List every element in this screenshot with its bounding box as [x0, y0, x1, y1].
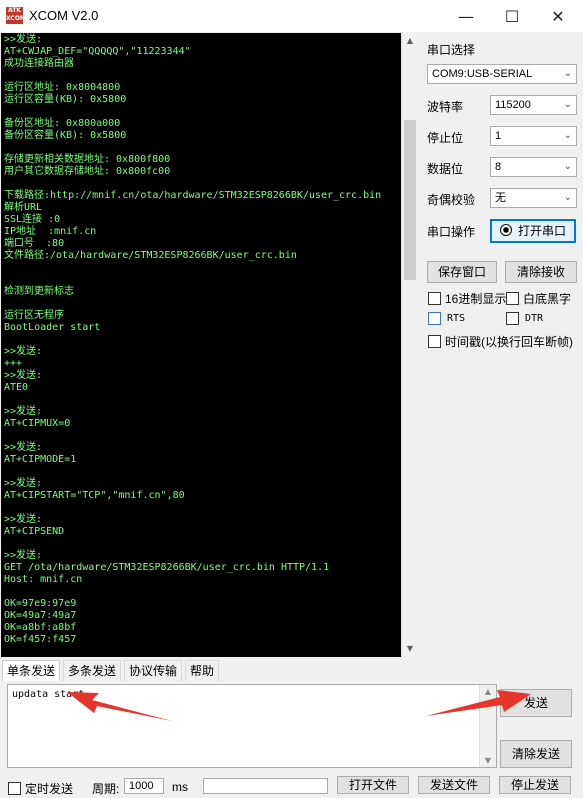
open-port-label: 打开串口	[517, 224, 566, 238]
parity-select[interactable]: 无 ⌄	[490, 188, 577, 208]
send-scrollbar[interactable]: ▲ ▼	[479, 685, 496, 767]
chevron-down-icon: ⌄	[563, 192, 572, 203]
checkbox-box	[428, 312, 441, 325]
parity-label: 奇偶校验	[427, 193, 476, 207]
dtr-label: DTR	[525, 313, 544, 324]
maximize-button[interactable]: ☐	[489, 0, 535, 32]
send-input-text: updata start	[12, 689, 85, 700]
scroll-up-icon[interactable]: ▲	[402, 33, 418, 49]
period-unit: ms	[172, 780, 188, 794]
title-bar: ATK XCOM XCOM V2.0 — ☐ ✕	[0, 0, 583, 32]
stop-send-button[interactable]: 停止发送	[499, 776, 571, 794]
tab-protocol[interactable]: 协议传输	[124, 660, 183, 681]
save-window-button[interactable]: 保存窗口	[427, 261, 497, 283]
databit-value: 8	[495, 161, 502, 173]
tab-single-send[interactable]: 单条发送	[2, 660, 61, 681]
send-input[interactable]: updata start ▲ ▼	[7, 684, 497, 768]
chevron-down-icon: ⌄	[563, 130, 572, 141]
receive-scrollbar[interactable]: ▲ ▼	[401, 33, 418, 657]
close-button[interactable]: ✕	[535, 0, 581, 32]
baud-value: 115200	[495, 99, 531, 111]
databit-label: 数据位	[427, 162, 464, 176]
baud-label: 波特率	[427, 100, 464, 114]
rts-label: RTS	[447, 313, 466, 324]
chevron-down-icon: ⌄	[563, 161, 572, 172]
port-select-value: COM9:USB-SERIAL	[432, 68, 533, 80]
open-port-button[interactable]: 打开串口	[490, 219, 576, 243]
dtr-checkbox[interactable]: DTR	[506, 312, 543, 325]
period-input[interactable]: 1000	[124, 778, 164, 794]
timestamp-checkbox[interactable]: 时间戳(以换行回车断帧)	[428, 333, 573, 350]
clear-receive-button[interactable]: 清除接收	[505, 261, 577, 283]
settings-panel: 串口选择 COM9:USB-SERIAL ⌄ 波特率 115200 ⌄ 停止位 …	[420, 33, 583, 657]
stopbit-value: 1	[495, 130, 502, 142]
scroll-down-icon[interactable]: ▼	[480, 756, 496, 765]
white-bg-checkbox[interactable]: 白底黑字	[506, 290, 571, 307]
tab-help[interactable]: 帮助	[185, 660, 220, 681]
tab-multi-send[interactable]: 多条发送	[63, 660, 122, 681]
stopbit-label: 停止位	[427, 131, 464, 145]
timestamp-label: 时间戳(以换行回车断帧)	[445, 335, 573, 349]
scrollbar-thumb[interactable]	[404, 120, 416, 280]
checkbox-box	[506, 292, 519, 305]
open-file-button[interactable]: 打开文件	[337, 776, 409, 794]
period-label: 周期:	[92, 782, 120, 796]
scroll-down-icon[interactable]: ▼	[402, 641, 418, 657]
hex-display-label: 16进制显示	[445, 292, 507, 306]
clear-send-button[interactable]: 清除发送	[500, 740, 572, 768]
send-button[interactable]: 发送	[500, 689, 572, 717]
baud-select[interactable]: 115200 ⌄	[490, 95, 577, 115]
send-tabs: 单条发送 多条发送 协议传输 帮助	[1, 660, 581, 682]
radio-dot-icon	[499, 224, 512, 236]
send-file-button[interactable]: 发送文件	[418, 776, 490, 794]
file-path-input[interactable]	[203, 778, 328, 794]
parity-value: 无	[495, 192, 506, 204]
app-logo-icon: ATK XCOM	[6, 7, 26, 24]
checkbox-box	[428, 292, 441, 305]
timed-send-checkbox[interactable]: 定时发送	[8, 779, 73, 797]
databit-select[interactable]: 8 ⌄	[490, 157, 577, 177]
chevron-down-icon: ⌄	[563, 99, 572, 110]
port-op-label: 串口操作	[427, 225, 476, 239]
hex-display-checkbox[interactable]: 16进制显示	[428, 290, 506, 307]
checkbox-box	[428, 335, 441, 348]
minimize-button[interactable]: —	[443, 0, 489, 32]
white-bg-label: 白底黑字	[523, 292, 572, 306]
receive-terminal[interactable]: >>发送: AT+CWJAP_DEF="QQQQQ","11223344" 成功…	[1, 33, 401, 657]
port-select-label: 串口选择	[427, 43, 476, 57]
receive-text: >>发送: AT+CWJAP_DEF="QQQQQ","11223344" 成功…	[4, 34, 382, 645]
stopbit-select[interactable]: 1 ⌄	[490, 126, 577, 146]
scroll-up-icon[interactable]: ▲	[480, 687, 496, 696]
checkbox-box	[8, 781, 21, 795]
rts-checkbox[interactable]: RTS	[428, 312, 465, 325]
checkbox-box	[506, 312, 519, 325]
port-select[interactable]: COM9:USB-SERIAL ⌄	[427, 64, 577, 84]
chevron-down-icon: ⌄	[563, 68, 572, 79]
window-title: XCOM V2.0	[29, 8, 99, 23]
